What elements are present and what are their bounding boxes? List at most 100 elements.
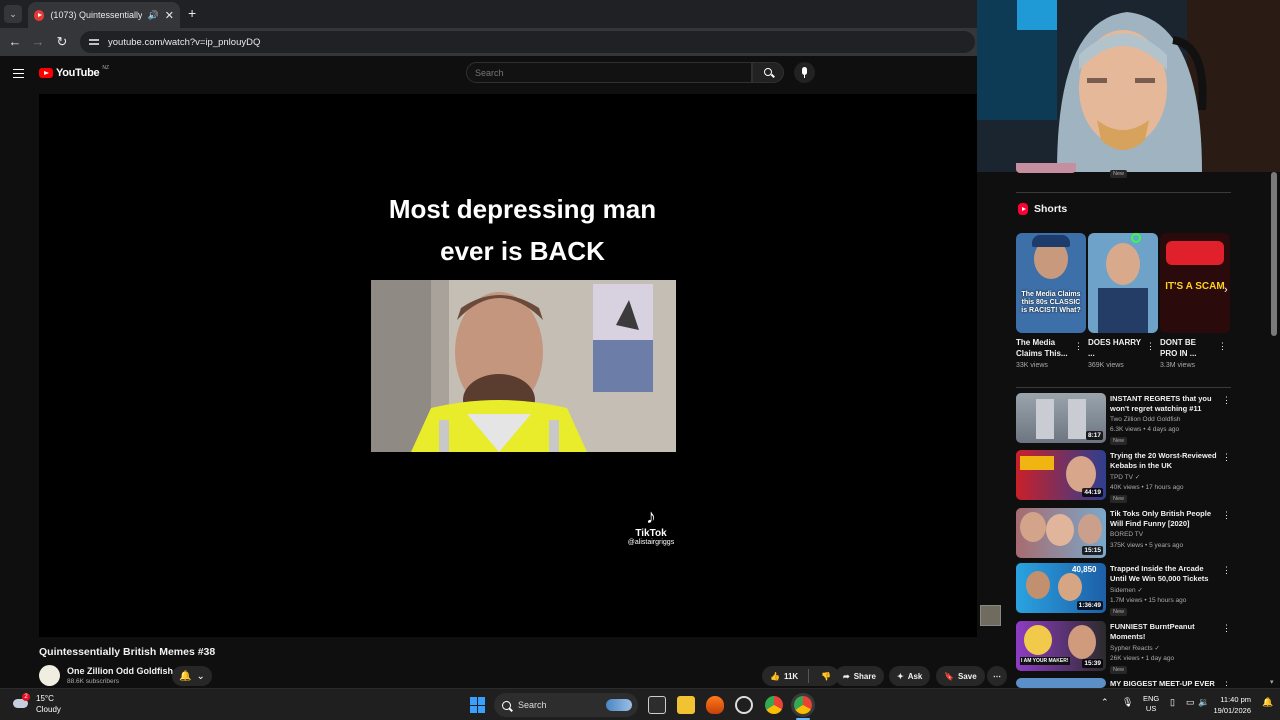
weather-widget[interactable]: 2 15°C Cloudy: [12, 693, 61, 715]
short-thumbnail[interactable]: IT'S A SCAM: [1160, 233, 1230, 333]
voice-search-mic-icon[interactable]: [794, 62, 815, 83]
clock-date: 19/01/2026: [1213, 706, 1251, 715]
overlay-line-2: ever is BACK: [440, 236, 605, 266]
chrome-icon[interactable]: [765, 696, 783, 714]
short-card[interactable]: IT'S A SCAM DONT BE PRO IN ... 3.3M view…: [1160, 233, 1230, 369]
windows-start-icon[interactable]: [470, 697, 486, 713]
thumb-figure: [1036, 399, 1054, 439]
previous-thumbnail[interactable]: [1016, 163, 1076, 173]
channel-avatar[interactable]: [39, 665, 60, 686]
thumbs-up-icon: 👍: [770, 671, 780, 681]
channel-name[interactable]: One Zillion Odd Goldfish: [67, 666, 173, 676]
video-meta: 40K views • 17 hours ago: [1110, 484, 1184, 491]
new-tab-icon[interactable]: +: [188, 5, 196, 21]
duration-badge: 1:36:49: [1076, 601, 1103, 610]
tab-search-dropdown-icon[interactable]: ⌄: [4, 5, 22, 23]
network-icon[interactable]: ▭: [1186, 697, 1195, 708]
microphone-tray-icon[interactable]: 🎙: [1122, 697, 1133, 708]
cloud-icon: 2: [12, 693, 30, 711]
video-thumbnail[interactable]: 15:15: [1016, 508, 1106, 558]
omnibox[interactable]: youtube.com/watch?v=ip_pnlouyDQ: [80, 31, 975, 53]
more-actions-button[interactable]: ⋯: [987, 666, 1007, 686]
more-options-icon[interactable]: ⋮: [1074, 341, 1083, 352]
back-arrow-icon[interactable]: ←: [6, 33, 24, 51]
short-title: DONT BE PRO IN ...: [1160, 338, 1197, 358]
search-button[interactable]: [752, 62, 784, 83]
search-box[interactable]: [466, 62, 752, 83]
list-item[interactable]: 8:17 INSTANT REGRETS that you won't regr…: [1016, 393, 1231, 445]
channel-name[interactable]: Sypher Reacts ✓: [1110, 644, 1160, 652]
video-player[interactable]: Most depressing man ever is BACK ♪ TikTo…: [39, 94, 977, 637]
language-indicator[interactable]: ENG US: [1143, 694, 1159, 714]
speaker-icon[interactable]: 🔊: [148, 10, 159, 21]
url-text[interactable]: youtube.com/watch?v=ip_pnlouyDQ: [108, 37, 260, 48]
list-item[interactable]: 44:19 Trying the 20 Worst-Reviewed Kebab…: [1016, 450, 1231, 503]
site-info-icon[interactable]: [88, 36, 100, 48]
search-icon: [502, 700, 511, 710]
more-options-icon[interactable]: ⋮: [1222, 680, 1231, 688]
short-card[interactable]: DOES HARRY ... 369K views ⋮: [1088, 233, 1158, 369]
chrome-active-icon[interactable]: [794, 696, 812, 714]
browser-tab[interactable]: (1073) Quintessentially Briti 🔊 ✕: [28, 2, 180, 28]
forward-arrow-icon[interactable]: →: [29, 33, 47, 51]
scrollbar-thumb[interactable]: [1271, 172, 1277, 336]
channel-name-text: Sidemen: [1110, 587, 1136, 594]
more-options-icon[interactable]: ⋮: [1146, 341, 1155, 352]
channel-name[interactable]: TPD TV ✓: [1110, 473, 1140, 481]
obs-icon[interactable]: [735, 696, 753, 714]
player-corner-thumbnail[interactable]: [980, 605, 1001, 626]
shorts-next-chevron-icon[interactable]: ›: [1224, 284, 1228, 296]
video-meta: 375K views • 5 years ago: [1110, 542, 1184, 549]
notifications-bell-icon[interactable]: 🔔: [1262, 697, 1273, 708]
short-thumbnail[interactable]: [1088, 233, 1158, 333]
short-thumbnail[interactable]: The Media Claims this 80s CLASSIC is RAC…: [1016, 233, 1086, 333]
video-thumbnail[interactable]: 44:19: [1016, 450, 1106, 500]
like-button[interactable]: 👍 11K 👎: [762, 666, 840, 686]
more-options-icon[interactable]: ⋮: [1222, 623, 1231, 634]
show-hidden-icons-icon[interactable]: ⌃: [1101, 697, 1109, 708]
taskbar-search[interactable]: Search: [494, 693, 638, 717]
save-button[interactable]: 🔖 Save: [936, 666, 985, 686]
more-options-icon[interactable]: ⋮: [1222, 565, 1231, 576]
thumb-face: [1106, 243, 1140, 285]
more-options-icon[interactable]: ⋮: [1218, 341, 1227, 352]
short-card[interactable]: The Media Claims this 80s CLASSIC is RAC…: [1016, 233, 1086, 369]
youtube-logo[interactable]: YouTube NZ: [39, 65, 109, 79]
verified-icon: ✓: [1137, 587, 1143, 594]
save-label: Save: [957, 671, 977, 681]
brave-browser-icon[interactable]: [706, 696, 724, 714]
video-meta: 1.7M views • 15 hours ago: [1110, 597, 1187, 604]
channel-name[interactable]: BORED TV: [1110, 531, 1143, 538]
more-options-icon[interactable]: ⋮: [1222, 510, 1231, 521]
search-input[interactable]: [467, 63, 727, 83]
list-item[interactable]: 15:15 Tik Toks Only British People Will …: [1016, 508, 1231, 560]
close-tab-icon[interactable]: ✕: [165, 9, 174, 22]
video-thumbnail[interactable]: 8:17: [1016, 393, 1106, 443]
channel-name[interactable]: Sidemen ✓: [1110, 586, 1143, 594]
file-explorer-icon[interactable]: [677, 696, 695, 714]
list-item[interactable]: MY BIGGEST MEET-UP EVER IN ⋮: [1016, 678, 1231, 688]
list-item[interactable]: 40,850 1:36:49 Trapped Inside the Arcade…: [1016, 563, 1231, 616]
list-item[interactable]: I AM YOUR MAKER! 15:39 FUNNIEST BurntPea…: [1016, 621, 1231, 674]
new-badge: New: [1110, 170, 1128, 178]
phone-link-icon[interactable]: ▯: [1170, 697, 1175, 708]
subscribed-bell-button[interactable]: 🔔 ⌄: [172, 666, 212, 686]
more-options-icon[interactable]: ⋮: [1222, 452, 1231, 463]
scroll-down-icon[interactable]: ▾: [1270, 678, 1274, 686]
menu-icon[interactable]: [13, 69, 24, 78]
channel-name[interactable]: Two Zillion Odd Goldfish: [1110, 416, 1180, 423]
share-button[interactable]: ➦ Share: [835, 666, 884, 686]
reload-icon[interactable]: ↻: [53, 33, 71, 51]
system-clock[interactable]: 11:40 pm 19/01/2026: [1207, 694, 1251, 716]
thumb-shirt: [1098, 288, 1148, 333]
shorts-heading: Shorts: [1018, 203, 1067, 215]
video-title: Quintessentially British Memes #38: [39, 646, 216, 658]
video-thumbnail[interactable]: I AM YOUR MAKER! 15:39: [1016, 621, 1106, 671]
video-thumbnail[interactable]: [1016, 678, 1106, 688]
more-options-icon[interactable]: ⋮: [1222, 395, 1231, 406]
video-thumbnail[interactable]: 40,850 1:36:49: [1016, 563, 1106, 613]
duration-badge: 15:15: [1082, 546, 1103, 555]
task-view-icon[interactable]: [648, 696, 666, 714]
verified-icon: ✓: [1134, 474, 1141, 481]
ask-button[interactable]: ✦ Ask: [889, 666, 931, 686]
